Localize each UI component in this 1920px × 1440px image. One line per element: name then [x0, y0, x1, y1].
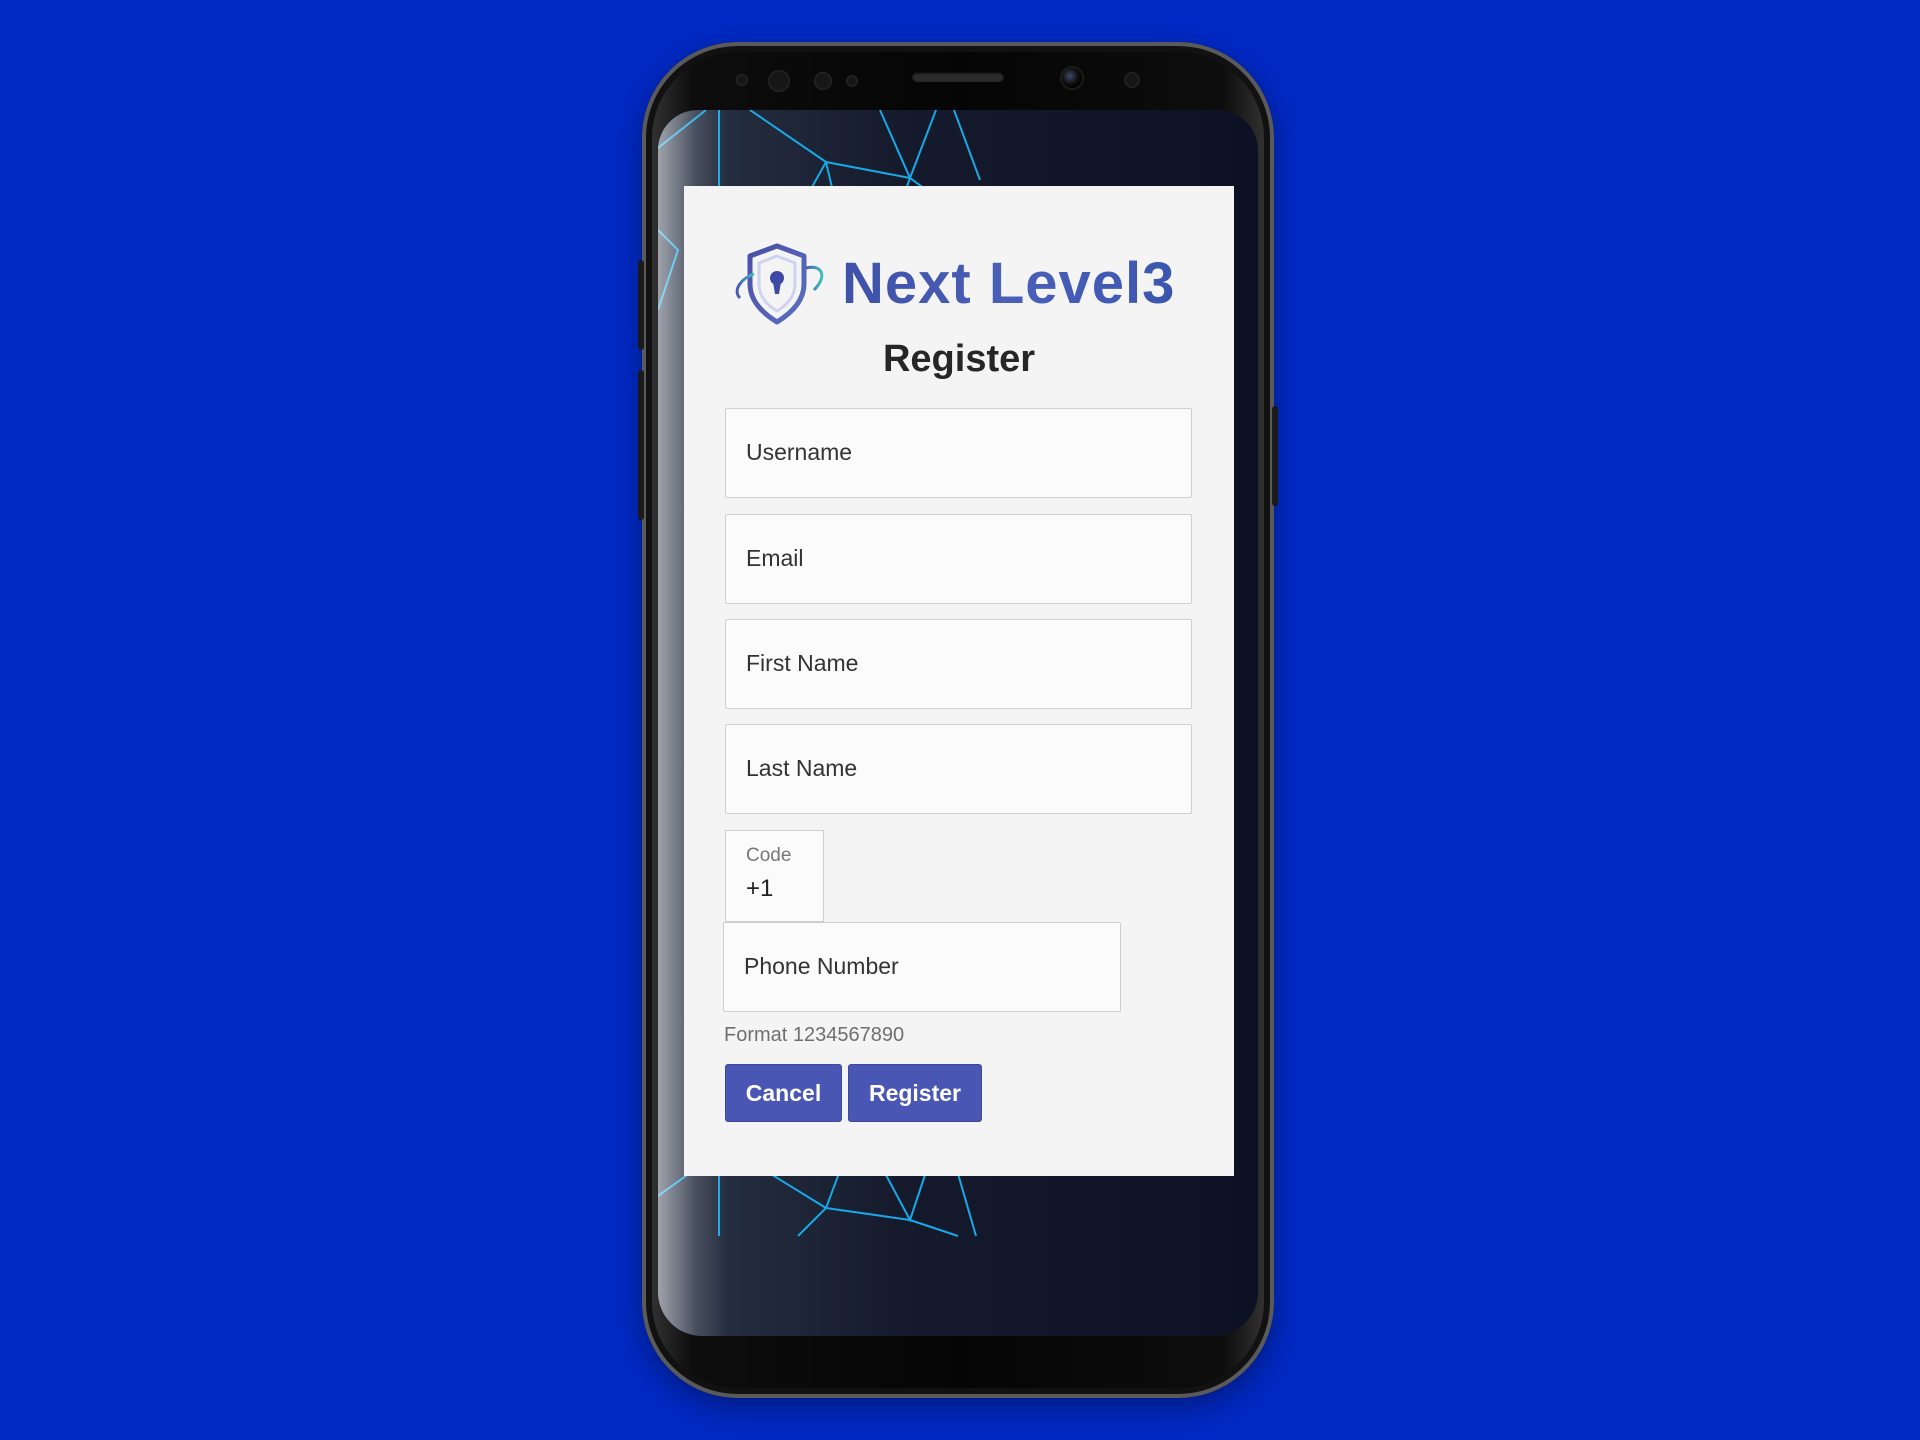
last-name-placeholder: Last Name	[746, 755, 858, 781]
brand-name: Next Level3	[842, 251, 1176, 316]
cancel-button[interactable]: Cancel	[725, 1064, 842, 1122]
first-name-placeholder: First Name	[746, 650, 859, 676]
phone-side-button-power	[1272, 406, 1278, 506]
phone-sensor	[814, 72, 832, 90]
username-input[interactable]: Username	[725, 408, 1192, 498]
first-name-input[interactable]: First Name	[725, 619, 1192, 709]
email-placeholder: Email	[746, 545, 804, 571]
country-code-label: Code	[746, 845, 792, 866]
register-button[interactable]: Register	[848, 1064, 982, 1122]
phone-number-input[interactable]: Phone Number	[723, 922, 1121, 1012]
phone-side-button-volume	[638, 260, 644, 350]
country-code-select[interactable]: Code +1	[725, 830, 824, 922]
front-camera	[1062, 68, 1082, 88]
page-title: Register	[882, 338, 1036, 380]
register-card: Next Level3 Register Username Email Firs…	[684, 186, 1234, 1176]
email-input[interactable]: Email	[725, 514, 1192, 604]
shield-lock-icon	[735, 243, 824, 325]
brand-logo: Next Level3	[732, 238, 1192, 328]
phone-side-button-bixby	[638, 370, 644, 520]
username-placeholder: Username	[746, 439, 853, 465]
country-code-value: +1	[746, 875, 774, 902]
phone-speaker	[912, 72, 1004, 82]
phone-sensor	[736, 74, 748, 86]
phone-number-placeholder: Phone Number	[744, 953, 899, 979]
phone-sensor	[846, 75, 858, 87]
last-name-input[interactable]: Last Name	[725, 724, 1192, 814]
phone-sensor	[768, 70, 790, 92]
phone-sensor	[1124, 72, 1140, 88]
phone-format-hint: Format 1234567890	[724, 1024, 905, 1046]
